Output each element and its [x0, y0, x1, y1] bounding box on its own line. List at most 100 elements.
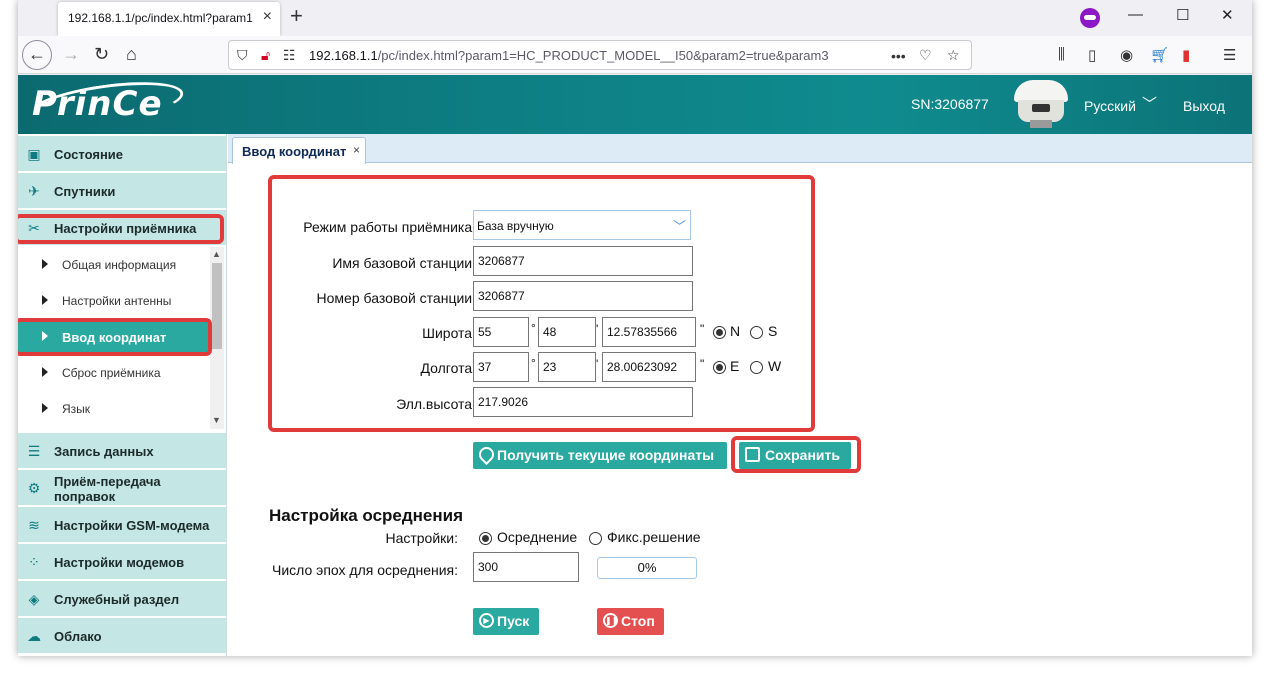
- submenu-item-language[interactable]: Язык: [18, 391, 210, 427]
- sidebar-item-satellites[interactable]: ✈ Спутники: [18, 173, 226, 209]
- start-button[interactable]: ▶ Пуск: [473, 608, 539, 635]
- mode-select[interactable]: База вручную ﹀: [473, 210, 691, 240]
- sidebar-item-status[interactable]: ▣ Состояние: [18, 136, 226, 172]
- sidebar-item-label: Запись данных: [54, 444, 154, 459]
- tab-label: Ввод координат: [242, 144, 347, 159]
- sidebar-item-gsm-modem[interactable]: ≋ Настройки GSM-модема: [18, 507, 226, 543]
- station-number-input[interactable]: 3206877: [473, 281, 693, 311]
- flag-icon[interactable]: ▮: [1182, 46, 1190, 64]
- close-tab-icon[interactable]: ×: [263, 8, 272, 26]
- epochs-input[interactable]: 300: [473, 552, 579, 582]
- url-text[interactable]: 192.168.1.1/pc/index.html?param1=HC_PROD…: [309, 48, 869, 63]
- station-name-label: Имя базовой станции:: [332, 255, 476, 271]
- scroll-down-icon[interactable]: ▼: [212, 415, 221, 425]
- get-current-coords-button[interactable]: Получить текущие координаты: [473, 442, 727, 469]
- submenu-item-receiver-reset[interactable]: Сброс приёмника: [18, 355, 210, 391]
- language-select[interactable]: Русский: [1084, 98, 1136, 114]
- longitude-degrees-input[interactable]: 37: [473, 352, 529, 382]
- bookmark-star-icon[interactable]: ☆: [947, 47, 960, 64]
- minute-symbol: ': [596, 322, 599, 336]
- url-path: /pc/index.html?param1=HC_PRODUCT_MODEL__…: [377, 48, 829, 63]
- mode-select-value: База вручную: [477, 219, 554, 233]
- sidebar-item-corrections[interactable]: ⚙ Приём-передача поправок: [18, 470, 226, 506]
- averaging-progress-bar: 0%: [597, 557, 697, 579]
- longitude-minutes-input[interactable]: 23: [538, 352, 596, 382]
- caret-right-icon: [42, 259, 48, 269]
- new-tab-button[interactable]: +: [290, 3, 303, 29]
- minimize-button[interactable]: —: [1128, 6, 1143, 23]
- gear-icon: ⚙: [27, 480, 41, 496]
- save-button[interactable]: Сохранить: [739, 442, 851, 469]
- submenu-item-antenna-settings[interactable]: Настройки антенны: [18, 283, 210, 319]
- north-radio[interactable]: [713, 326, 726, 339]
- close-icon[interactable]: ×: [353, 143, 360, 157]
- menu-icon[interactable]: ☰: [1223, 46, 1236, 64]
- button-label: Сохранить: [765, 447, 840, 463]
- browser-tab[interactable]: 192.168.1.1/pc/index.html?param1=HC_ ×: [58, 2, 280, 36]
- latitude-minutes-input[interactable]: 48: [538, 317, 596, 347]
- station-name-input[interactable]: 3206877: [473, 246, 693, 276]
- shield-icon[interactable]: ⛉: [237, 47, 248, 64]
- sidebar-item-label: Настройки GSM-модема: [54, 518, 210, 533]
- east-radio[interactable]: [713, 361, 726, 374]
- caret-right-icon: [42, 367, 48, 377]
- second-symbol: ": [700, 357, 705, 371]
- stop-button[interactable]: ❚❚ Стоп: [597, 608, 664, 635]
- averaging-radio[interactable]: [479, 532, 492, 545]
- submenu-item-label: Общая информация: [62, 258, 177, 272]
- minute-symbol: ': [596, 357, 599, 371]
- location-pin-icon: [475, 443, 498, 466]
- maximize-button[interactable]: ☐: [1176, 6, 1189, 24]
- chevron-down-icon[interactable]: ﹀: [1142, 93, 1157, 114]
- sidebar-item-data-logging[interactable]: ☰ Запись данных: [18, 433, 226, 469]
- content-tab-bar: Ввод координат ×: [228, 134, 1252, 164]
- account-icon[interactable]: ◉: [1120, 46, 1133, 64]
- receiver-device-image: [1012, 80, 1070, 130]
- south-radio[interactable]: [750, 326, 763, 339]
- url-bar[interactable]: ⛉ 🔓︎ ☷ 192.168.1.1/pc/index.html?param1=…: [228, 40, 972, 70]
- sidebar-item-cloud[interactable]: ☁ Облако: [18, 618, 226, 654]
- page-actions-icon[interactable]: •••: [891, 48, 906, 64]
- monitor-icon: ▣: [27, 146, 41, 162]
- sidebar-item-modems[interactable]: ⁘ Настройки модемов: [18, 544, 226, 580]
- highlight-coordinate-input: [18, 318, 212, 356]
- pause-icon: ❚❚: [603, 613, 618, 628]
- forward-arrow-icon[interactable]: →: [62, 44, 80, 65]
- list-icon: ☰: [27, 443, 41, 459]
- ellipsoid-height-input[interactable]: 217.9026: [473, 387, 693, 417]
- layers-icon: ◈: [28, 591, 40, 607]
- reload-icon[interactable]: ↻: [94, 44, 109, 65]
- cart-icon[interactable]: 🛒︎: [1150, 46, 1169, 64]
- scroll-up-icon[interactable]: ▲: [212, 249, 221, 259]
- pocket-icon[interactable]: ♡: [919, 47, 932, 64]
- scrollbar-thumb[interactable]: [212, 263, 222, 349]
- modules-icon: ⁘: [28, 554, 40, 570]
- close-window-button[interactable]: ✕: [1221, 6, 1234, 24]
- south-label: S: [768, 323, 778, 339]
- library-icon[interactable]: ⫼: [1058, 46, 1065, 63]
- submenu-scrollbar[interactable]: ▲ ▼: [210, 247, 224, 429]
- sidebar-item-service[interactable]: ◈ Служебный раздел: [18, 581, 226, 617]
- browser-tab-title: 192.168.1.1/pc/index.html?param1=HC_: [68, 11, 253, 25]
- submenu-item-label: Язык: [62, 402, 91, 416]
- sidebar-toggle-icon[interactable]: ▯: [1088, 46, 1096, 64]
- permissions-icon[interactable]: ☷: [283, 47, 296, 64]
- insecure-lock-icon[interactable]: 🔓︎: [261, 47, 270, 64]
- latitude-degrees-input[interactable]: 55: [473, 317, 529, 347]
- fixed-solution-radio[interactable]: [589, 532, 602, 545]
- degree-symbol: °: [531, 321, 536, 335]
- button-label: Пуск: [497, 613, 530, 629]
- mode-label: Режим работы приёмника:: [303, 219, 476, 235]
- home-icon[interactable]: ⌂: [126, 44, 137, 65]
- logout-link[interactable]: Выход: [1183, 98, 1225, 114]
- west-radio[interactable]: [750, 361, 763, 374]
- tab-coordinate-input[interactable]: Ввод координат ×: [232, 137, 366, 164]
- submenu-item-label: Сброс приёмника: [62, 366, 161, 380]
- sidebar-item-label: Облако: [54, 629, 102, 644]
- submenu-item-general-info[interactable]: Общая информация: [18, 247, 210, 283]
- latitude-seconds-input[interactable]: 12.57835566: [602, 317, 696, 347]
- north-label: N: [730, 323, 741, 339]
- longitude-seconds-input[interactable]: 28.00623092: [602, 352, 696, 382]
- back-arrow-icon[interactable]: ←: [22, 40, 52, 70]
- private-mask-icon: [1080, 8, 1100, 28]
